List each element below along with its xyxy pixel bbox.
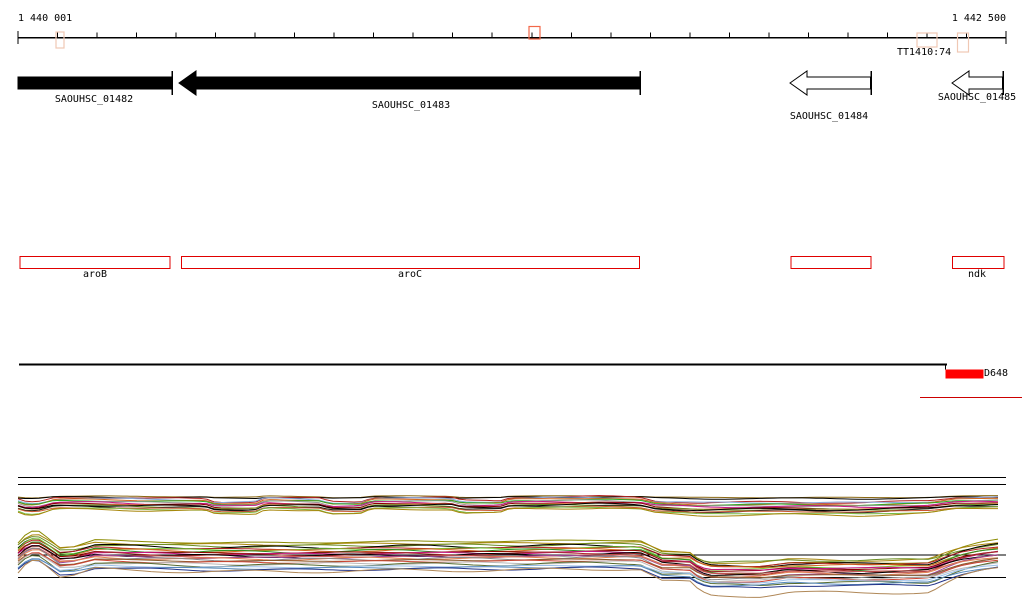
ruler-start-label: 1 440 001 [18, 13, 73, 24]
annotation-track[interactable] [19, 363, 1022, 398]
lower-coverage-band [17, 530, 999, 598]
dna-feature-boxes[interactable] [19, 255, 1005, 270]
gene-arrow-SAOUHSC_01483[interactable] [178, 70, 640, 96]
genome-canvas [17, 25, 1022, 598]
gene-label-saouhsc-01482: SAOUHSC_01482 [54, 94, 134, 105]
dna-feature-box-ndk[interactable] [951, 255, 1005, 270]
track-red-box-label: D648 [984, 368, 1009, 379]
dna-feature-box-aroB[interactable] [19, 255, 171, 270]
gene-label-saouhsc-01484: SAOUHSC_01484 [789, 111, 869, 122]
gene-arrow-SAOUHSC_01484[interactable] [789, 70, 871, 96]
dna-feature-box-aroC[interactable] [180, 255, 641, 270]
dna-feature-label-aroc: aroC [397, 269, 423, 280]
gene-label-saouhsc-01485: SAOUHSC_01485 [937, 92, 1017, 103]
gene-feature-arrows[interactable] [17, 70, 1004, 96]
dna-feature-box-unnamed[interactable] [790, 255, 872, 270]
gene-label-saouhsc-01483: SAOUHSC_01483 [371, 100, 451, 111]
coverage-plot[interactable] [17, 476, 1006, 598]
genome-browser-window: 1 440 001 1 442 500 TT1410:74 SAOUHSC_01… [0, 0, 1024, 611]
ruler-end-label: 1 442 500 [951, 13, 1006, 24]
base-position-ruler[interactable] [17, 31, 1007, 44]
tt1410-label: TT1410:74 [897, 47, 952, 58]
gene-arrow-SAOUHSC_01482[interactable] [17, 76, 172, 90]
track-red-feature-box[interactable] [945, 369, 984, 379]
dna-feature-label-arob: aroB [82, 269, 108, 280]
ruler-feature-boxes[interactable] [55, 25, 970, 53]
dna-feature-label-ndk: ndk [967, 269, 987, 280]
upper-coverage-band [17, 494, 999, 517]
